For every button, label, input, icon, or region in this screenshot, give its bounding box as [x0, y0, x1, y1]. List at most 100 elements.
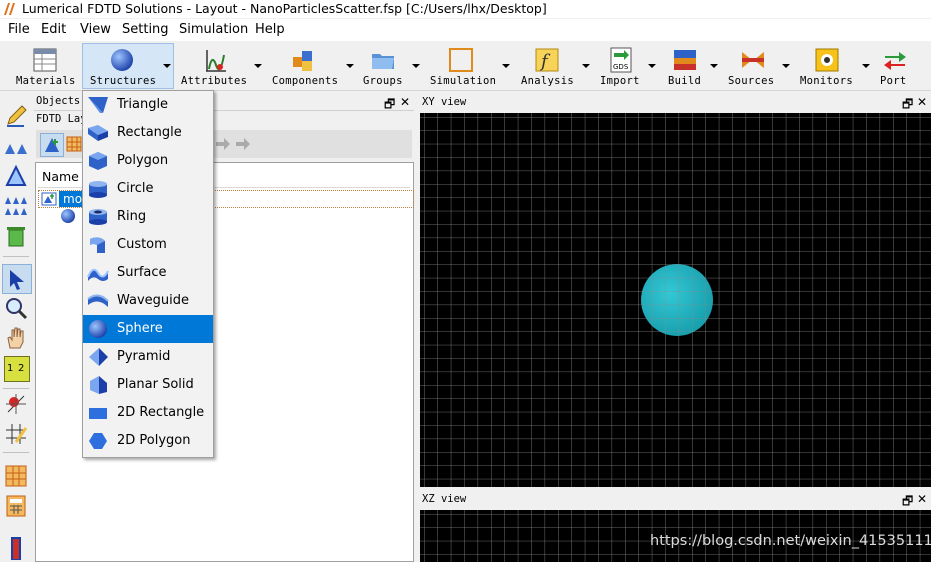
menu-view[interactable]: View — [80, 22, 111, 37]
main-toolbar: Materials Structures Attributes Componen… — [0, 42, 931, 91]
structures-dropdown-icon[interactable] — [163, 64, 171, 68]
trash-icon[interactable] — [4, 224, 28, 248]
menu-item-custom[interactable]: Custom — [83, 231, 213, 259]
left-toolbar: 1 2 — [0, 96, 32, 562]
sphere-icon — [111, 49, 133, 71]
groups-folder-icon — [372, 54, 394, 69]
menu-item-2d-polygon[interactable]: 2D Polygon — [83, 427, 213, 455]
two-triangles-icon[interactable] — [4, 136, 28, 160]
components-button[interactable]: Components — [270, 44, 356, 88]
array-triangles-icon[interactable] — [4, 194, 28, 218]
analysis-dropdown-icon[interactable] — [582, 64, 590, 68]
structures-dropdown-menu: Triangle Rectangle Polygon Circle Ring C… — [82, 90, 214, 458]
simulation-dropdown-icon[interactable] — [502, 64, 510, 68]
table-grid-icon[interactable] — [66, 136, 82, 152]
zoom-magnifier-icon[interactable] — [4, 296, 28, 320]
sources-button[interactable]: Sources — [726, 44, 792, 88]
menu-item-triangle[interactable]: Triangle — [83, 91, 213, 119]
grid-pencil-icon[interactable] — [4, 422, 28, 446]
analysis-button[interactable]: f Analysis — [518, 44, 592, 88]
cylinder-icon — [89, 181, 107, 198]
port-arrows-icon — [884, 52, 906, 70]
xz-close-icon[interactable]: ✕ — [917, 492, 927, 506]
sphere-object[interactable] — [641, 264, 713, 336]
components-dropdown-icon[interactable] — [346, 64, 354, 68]
menu-item-polygon[interactable]: Polygon — [83, 147, 213, 175]
menu-item-2d-rectangle[interactable]: 2D Rectangle — [83, 399, 213, 427]
import-button[interactable]: GDS Import — [598, 44, 658, 88]
planar-solid-icon — [90, 376, 107, 394]
bar-marker-icon[interactable] — [4, 536, 28, 560]
select-tool-button[interactable] — [2, 264, 32, 294]
groups-dropdown-icon[interactable] — [412, 64, 420, 68]
sources-dropdown-icon[interactable] — [782, 64, 790, 68]
simulation-region-icon — [449, 48, 473, 72]
outline-triangle-icon[interactable] — [4, 164, 28, 188]
ruler-tool-button[interactable]: 1 2 — [4, 356, 30, 382]
analysis-label: Analysis — [521, 75, 574, 87]
menu-item-label: Waveguide — [117, 293, 190, 308]
pin-grid-icon[interactable] — [4, 392, 28, 416]
tree-sphere-icon[interactable] — [60, 208, 76, 224]
menu-setting[interactable]: Setting — [122, 22, 169, 37]
attributes-label: Attributes — [181, 75, 248, 87]
ruler-number-1: 1 — [7, 363, 14, 374]
simulation-button[interactable]: Simulation — [428, 44, 512, 88]
navigation-arrows-icon[interactable] — [212, 137, 252, 151]
groups-label: Groups — [363, 75, 403, 87]
mesh-grid-icon[interactable] — [4, 464, 28, 488]
menu-item-circle[interactable]: Circle — [83, 175, 213, 203]
ring-icon — [89, 209, 107, 225]
structures-button[interactable]: Structures — [82, 43, 174, 89]
menu-item-label: Ring — [117, 209, 147, 224]
rectangle-icon — [88, 125, 108, 141]
menu-item-waveguide[interactable]: Waveguide — [83, 287, 213, 315]
left-toolbar-separator — [3, 256, 29, 257]
monitors-dropdown-icon[interactable] — [862, 64, 870, 68]
menu-file[interactable]: File — [8, 22, 30, 37]
rectangle-2d-icon — [89, 408, 107, 419]
attributes-icon — [206, 50, 226, 72]
build-dropdown-icon[interactable] — [710, 64, 718, 68]
structures-label: Structures — [90, 75, 157, 87]
attributes-button[interactable]: Attributes — [178, 44, 262, 88]
polygon-2d-icon — [89, 433, 107, 449]
build-icon — [674, 50, 696, 70]
pencil-icon[interactable] — [4, 104, 28, 128]
xz-view-header: XZ view 🗗 ✕ — [420, 491, 931, 508]
window-title: Lumerical FDTD Solutions - Layout - Nano… — [22, 1, 547, 16]
menu-simulation[interactable]: Simulation — [179, 22, 248, 37]
add-object-button[interactable] — [40, 133, 64, 157]
xy-close-icon[interactable]: ✕ — [917, 95, 927, 109]
left-toolbar-separator — [3, 388, 29, 389]
menu-item-planar-solid[interactable]: Planar Solid — [83, 371, 213, 399]
menu-item-sphere[interactable]: Sphere — [83, 315, 213, 343]
menu-item-ring[interactable]: Ring — [83, 203, 213, 231]
menu-item-label: Triangle — [117, 97, 169, 112]
sources-icon — [742, 52, 764, 68]
monitors-button[interactable]: Monitors — [798, 44, 870, 88]
menu-help[interactable]: Help — [255, 22, 285, 37]
xz-view-title: XZ view — [422, 493, 467, 505]
xy-view-canvas[interactable] — [420, 113, 931, 487]
menu-item-rectangle[interactable]: Rectangle — [83, 119, 213, 147]
menu-edit[interactable]: Edit — [41, 22, 66, 37]
calculator-icon[interactable] — [4, 494, 28, 518]
build-button[interactable]: Build — [664, 44, 720, 88]
analysis-function-icon: f — [535, 48, 559, 72]
close-icon[interactable]: ✕ — [400, 95, 410, 109]
import-label: Import — [600, 75, 640, 87]
attributes-dropdown-icon[interactable] — [254, 64, 262, 68]
polygon-icon — [89, 152, 107, 170]
pyramid-icon — [89, 348, 108, 366]
pan-hand-icon[interactable] — [4, 326, 28, 350]
tree-header-name: Name — [42, 169, 79, 184]
menu-item-surface[interactable]: Surface — [83, 259, 213, 287]
materials-button[interactable]: Materials — [12, 44, 78, 88]
menu-item-label: Sphere — [117, 321, 163, 336]
menu-item-pyramid[interactable]: Pyramid — [83, 343, 213, 371]
import-dropdown-icon[interactable] — [648, 64, 656, 68]
menu-item-label: Circle — [117, 181, 154, 196]
port-button[interactable]: Port — [876, 44, 916, 88]
groups-button[interactable]: Groups — [360, 44, 422, 88]
